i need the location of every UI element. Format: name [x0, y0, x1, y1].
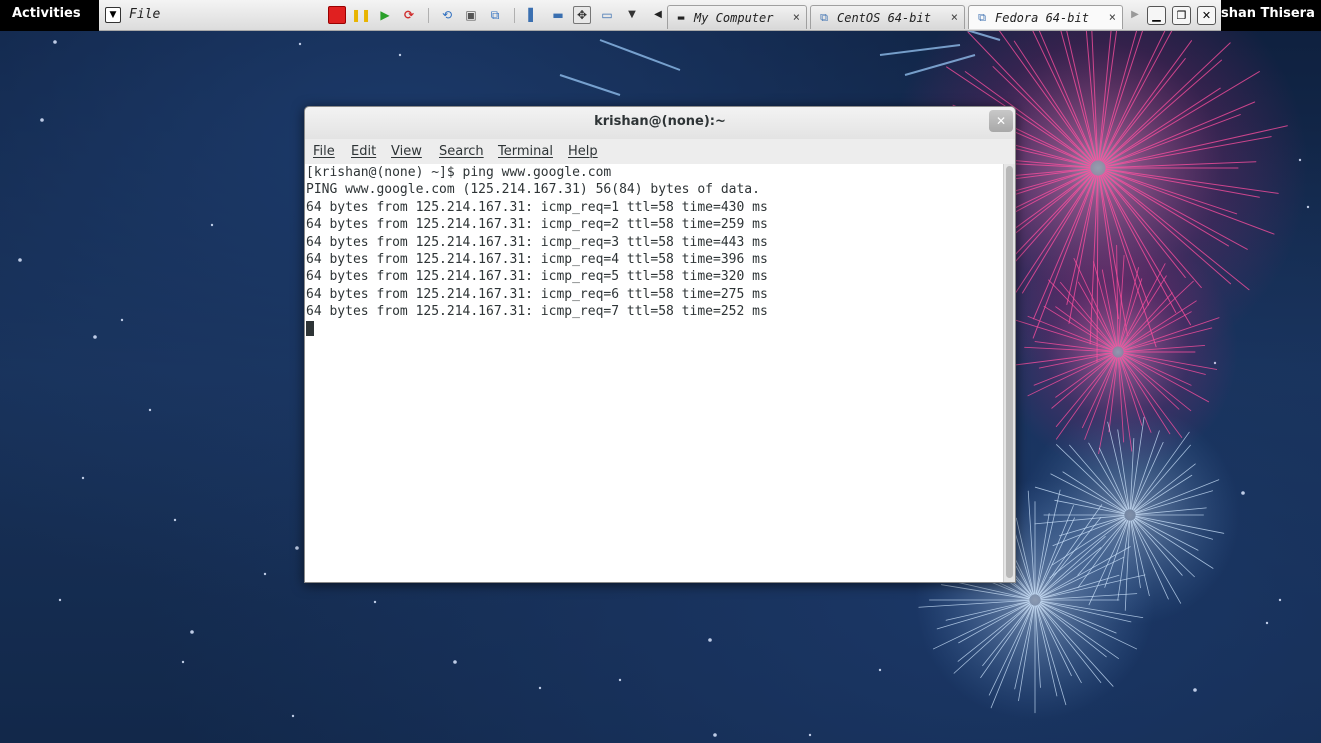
terminal-line: 64 bytes from 125.214.167.31: icmp_req=4… [306, 251, 768, 267]
activities-button[interactable]: Activities [0, 0, 96, 30]
terminal-title: krishan@(none):~ [594, 114, 726, 129]
terminal-prompt-line [306, 320, 1003, 338]
menu-edit[interactable]: Edit [351, 143, 376, 161]
restore-icon[interactable]: ❐ [1172, 6, 1191, 25]
vm-file-menu[interactable]: File [129, 5, 160, 23]
tabs-scroll-right-icon[interactable]: ▶ [1126, 6, 1144, 24]
snapshot-manager-icon[interactable]: ⧉ [486, 6, 504, 24]
terminal-line: 64 bytes from 125.214.167.31: icmp_req=7… [306, 304, 768, 320]
close-icon[interactable]: ✕ [989, 110, 1013, 132]
terminal-line: 64 bytes from 125.214.167.31: icmp_req=3… [306, 234, 768, 250]
terminal-line: [krishan@(none) ~]$ ping www.google.com [306, 165, 612, 180]
terminal-line: 64 bytes from 125.214.167.31: icmp_req=1… [306, 199, 768, 215]
scrollbar-thumb[interactable] [1006, 166, 1013, 578]
sidebar-toggle-icon[interactable]: ▌ [524, 6, 542, 24]
terminal-menubar: File Edit View Search Terminal Help [305, 140, 1015, 164]
user-menu[interactable]: shan Thisera [1221, 0, 1321, 30]
tab-my-computer[interactable]: ▬ My Computer × [667, 5, 807, 29]
power-off-icon[interactable] [328, 6, 346, 24]
close-icon[interactable]: × [1109, 10, 1116, 24]
revert-snapshot-icon[interactable]: ▣ [462, 6, 480, 24]
vm-menu-icon[interactable]: ▼ [105, 7, 121, 23]
tab-centos[interactable]: ⧉ CentOS 64-bit × [810, 5, 965, 29]
reset-icon[interactable]: ⟳ [400, 6, 418, 24]
snapshot-icon[interactable]: ⟲ [438, 6, 456, 24]
menu-help[interactable]: Help [568, 143, 598, 161]
menu-terminal[interactable]: Terminal [498, 143, 553, 161]
unity-icon[interactable]: ▭ [598, 6, 616, 24]
view-dropdown-icon[interactable]: ▼ [623, 6, 641, 24]
menu-view[interactable]: View [391, 143, 422, 161]
thumbnail-bar-icon[interactable]: ▬ [549, 6, 567, 24]
vmware-toolbar: ▼ File ❚❚ ▶ ⟳ ⟲ ▣ ⧉ ▌ ▬ ✥ ▭ ▼ ◀ ▬ My Com… [99, 0, 1221, 31]
suspend-icon[interactable]: ❚❚ [351, 6, 371, 24]
close-icon[interactable]: × [951, 10, 958, 24]
close-window-icon[interactable]: ✕ [1197, 6, 1216, 25]
text-cursor [306, 320, 314, 336]
computer-icon: ▬ [677, 10, 685, 24]
terminal-window: krishan@(none):~ ✕ File Edit View Search… [304, 106, 1016, 583]
power-on-icon[interactable]: ▶ [376, 6, 394, 24]
close-icon[interactable]: × [793, 10, 800, 24]
terminal-output[interactable]: [krishan@(none) ~]$ ping www.google.com … [305, 164, 1003, 582]
vm-icon: ⧉ [978, 10, 986, 24]
terminal-line: 64 bytes from 125.214.167.31: icmp_req=2… [306, 217, 768, 233]
menu-file[interactable]: File [313, 143, 335, 161]
tab-label: My Computer [694, 10, 774, 25]
gnome-top-bar: Activities ▼ File ❚❚ ▶ ⟳ ⟲ ▣ ⧉ ▌ ▬ ✥ ▭ ▼… [0, 0, 1321, 31]
menu-search[interactable]: Search [439, 143, 484, 161]
terminal-scrollbar[interactable] [1003, 164, 1015, 582]
fullscreen-icon[interactable]: ✥ [573, 6, 591, 24]
terminal-line: 64 bytes from 125.214.167.31: icmp_req=6… [306, 286, 768, 302]
tab-fedora[interactable]: ⧉ Fedora 64-bit × [968, 5, 1123, 29]
tabs-scroll-left-icon[interactable]: ◀ [649, 6, 667, 24]
tab-label: CentOS 64-bit [837, 10, 931, 25]
terminal-line: 64 bytes from 125.214.167.31: icmp_req=5… [306, 269, 768, 285]
terminal-titlebar[interactable]: krishan@(none):~ ✕ [305, 107, 1015, 139]
vm-icon: ⧉ [820, 10, 828, 24]
minimize-icon[interactable]: ▁ [1147, 6, 1166, 25]
tab-label: Fedora 64-bit [995, 10, 1089, 25]
terminal-line: PING www.google.com (125.214.167.31) 56(… [306, 182, 760, 198]
